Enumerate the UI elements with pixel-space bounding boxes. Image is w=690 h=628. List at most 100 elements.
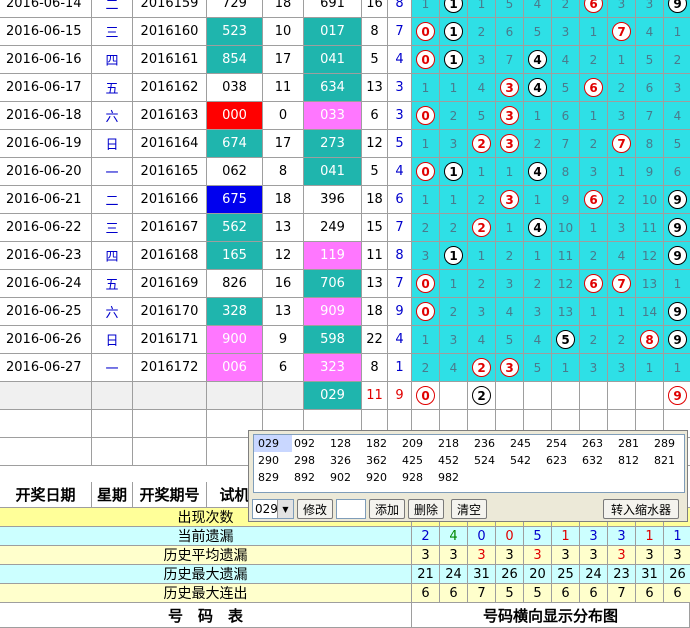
chevron-down-icon[interactable]: ▼: [277, 500, 293, 518]
popup-number-item[interactable]: 812: [614, 452, 652, 469]
popup-number-item[interactable]: 632: [578, 452, 616, 469]
popup-number-item[interactable]: 298: [290, 452, 328, 469]
blank-cell: [0, 382, 92, 410]
popup-number-item[interactable]: 218: [434, 435, 472, 452]
lottery-grid: 2016-06-14 二 2016159 729 18 691 16 8 1 1 1 5 4 2 6 3 3 9 2…: [0, 0, 690, 628]
miss-count: 2: [477, 276, 486, 291]
miss-count: 10: [557, 220, 574, 235]
popup-number-item[interactable]: 254: [542, 435, 580, 452]
popup-number-item[interactable]: 362: [362, 452, 400, 469]
dist-cell: 1: [608, 46, 636, 74]
popup-number-item[interactable]: 902: [326, 469, 364, 486]
popup-number-item[interactable]: 928: [398, 469, 436, 486]
clear-button[interactable]: 清空: [451, 499, 487, 519]
popup-number-item[interactable]: 245: [506, 435, 544, 452]
miss-count: 1: [673, 24, 682, 39]
delete-button[interactable]: 删除: [408, 499, 444, 519]
miss-count: 4: [673, 108, 682, 123]
stat-value: 20: [524, 565, 552, 584]
sum-cell: 10: [263, 18, 304, 46]
dist-cell: 2: [468, 270, 496, 298]
sum-cell: 0: [263, 102, 304, 130]
number-dropdown[interactable]: 029 ▼: [252, 499, 294, 519]
dist-cell: 9: [664, 0, 690, 18]
dist-cell: 9: [636, 158, 664, 186]
span-cell: 8: [362, 18, 388, 46]
miss-count: 1: [589, 108, 598, 123]
miss-count: 5: [561, 80, 570, 95]
dist-cell: 1: [524, 102, 552, 130]
span-cell: 6: [362, 102, 388, 130]
popup-number-item[interactable]: 281: [614, 435, 652, 452]
trial-number-cell: 706: [304, 270, 362, 298]
popup-number-item[interactable]: 263: [578, 435, 616, 452]
hit-ball: 6: [584, 78, 603, 97]
stat-value: 3: [580, 546, 608, 565]
dist-cell: 3: [496, 130, 524, 158]
popup-number-item[interactable]: 289: [650, 435, 688, 452]
popup-number-item[interactable]: 092: [290, 435, 328, 452]
popup-number-item[interactable]: 029: [254, 435, 292, 452]
popup-number-item[interactable]: 920: [362, 469, 400, 486]
stat-value: 1: [664, 527, 690, 546]
sum-cell: 9: [263, 326, 304, 354]
miss-count: 1: [589, 220, 598, 235]
popup-number-item[interactable]: 209: [398, 435, 436, 452]
modify-button[interactable]: 修改: [297, 499, 333, 519]
popup-number-item[interactable]: 326: [326, 452, 364, 469]
popup-number-item[interactable]: 452: [434, 452, 472, 469]
header-issue: 开奖期号: [133, 482, 207, 508]
popup-number-item[interactable]: 425: [398, 452, 436, 469]
miss-count: 1: [673, 360, 682, 375]
popup-number-item[interactable]: 829: [254, 469, 292, 486]
miss-count: 7: [561, 136, 570, 151]
hit-ball: 2: [472, 134, 491, 153]
draw-number-cell: 000: [207, 102, 263, 130]
dist-cell: 5: [552, 74, 580, 102]
transfer-to-filter-button[interactable]: 转入缩水器: [603, 499, 679, 519]
dist-cell: 1: [412, 0, 440, 18]
hit-ball: 8: [640, 330, 659, 349]
popup-number-item[interactable]: 236: [470, 435, 508, 452]
miss-count: 7: [505, 52, 514, 67]
dist-cell: 1: [580, 18, 608, 46]
dist-cell: 4: [636, 18, 664, 46]
add-button[interactable]: 添加: [369, 499, 405, 519]
miss-count: 1: [421, 80, 430, 95]
stat-value: 3: [412, 546, 440, 565]
span-cell: 15: [362, 214, 388, 242]
dist-cell: 4: [608, 242, 636, 270]
dist-cell: 1: [440, 74, 468, 102]
sum-cell: 18: [263, 0, 304, 18]
dist-cell: 6: [580, 270, 608, 298]
popup-number-item[interactable]: 821: [650, 452, 688, 469]
number-list[interactable]: 029 092 128 182 209 218 236 245 254 263 281 289 290 2…: [253, 434, 685, 493]
dist-cell: 10: [552, 214, 580, 242]
sum-cell: 17: [263, 130, 304, 158]
dist-cell: 7: [552, 130, 580, 158]
popup-number-item[interactable]: 982: [434, 469, 472, 486]
empty-cell: [92, 438, 133, 466]
popup-number-item[interactable]: 182: [362, 435, 400, 452]
date-cell: 2016-06-21: [0, 186, 92, 214]
hit-ball: 3: [500, 190, 519, 209]
popup-number-item[interactable]: 290: [254, 452, 292, 469]
issue-cell: 2016172: [133, 354, 207, 382]
popup-number-item[interactable]: 623: [542, 452, 580, 469]
weekday-cell: 五: [92, 74, 133, 102]
stat-value: 7: [468, 584, 496, 603]
span-cell: 12: [362, 130, 388, 158]
popup-number-item[interactable]: 524: [470, 452, 508, 469]
dist-cell: 1: [552, 354, 580, 382]
weekday-cell: 三: [92, 214, 133, 242]
number-input[interactable]: [336, 499, 366, 519]
dist-cell: 6: [580, 0, 608, 18]
dist-cell: 2: [468, 130, 496, 158]
hit-ball: 0: [416, 162, 435, 181]
miss-count: 5: [533, 24, 542, 39]
popup-number-item[interactable]: 542: [506, 452, 544, 469]
dist-cell: 1: [580, 214, 608, 242]
miss-count: 8: [561, 164, 570, 179]
popup-number-item[interactable]: 128: [326, 435, 364, 452]
popup-number-item[interactable]: 892: [290, 469, 328, 486]
